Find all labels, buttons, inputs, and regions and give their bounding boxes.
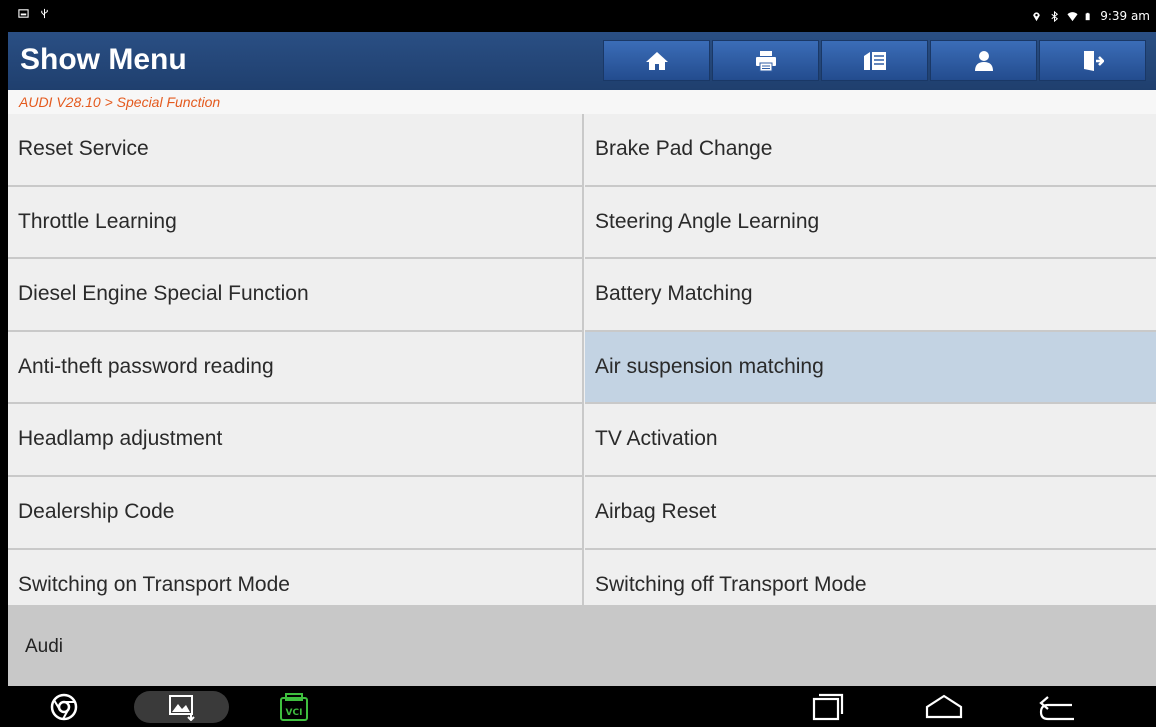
print-button[interactable]: [712, 40, 819, 81]
menu-item-airbag-reset[interactable]: Airbag Reset: [585, 477, 1156, 550]
footer-bar: Audi: [8, 605, 1156, 686]
home-nav-button[interactable]: [920, 691, 968, 723]
breadcrumb: AUDI V28.10 > Special Function: [8, 90, 1156, 114]
wifi-icon: [1067, 11, 1078, 21]
chrome-button[interactable]: [44, 691, 84, 723]
navigation-bar: VCI: [8, 686, 1156, 727]
home-icon: [645, 51, 668, 70]
report-button[interactable]: [821, 40, 928, 81]
exit-button[interactable]: [1039, 40, 1146, 81]
vci-button[interactable]: VCI: [274, 691, 314, 723]
toolbar: [603, 40, 1146, 81]
gallery-button[interactable]: [134, 691, 229, 723]
vci-icon: VCI: [280, 693, 308, 721]
back-icon: [1039, 696, 1074, 721]
menu-item-headlamp-adjustment[interactable]: Headlamp adjustment: [8, 404, 584, 477]
vehicle-label: Audi: [25, 636, 64, 657]
report-icon: [863, 51, 886, 70]
gallery-icon: [168, 695, 195, 721]
bluetooth-icon: [1051, 10, 1059, 22]
menu-item-diesel-engine-special-function[interactable]: Diesel Engine Special Function: [8, 259, 584, 332]
chrome-icon: [50, 693, 78, 721]
menu-item-switching-on-transport-mode[interactable]: Switching on Transport Mode: [8, 549, 584, 605]
battery-icon: [1085, 12, 1090, 20]
user-button[interactable]: [930, 40, 1037, 81]
function-menu: Reset Service Brake Pad Change Throttle …: [8, 114, 1156, 605]
menu-item-dealership-code[interactable]: Dealership Code: [8, 477, 584, 550]
picture-icon: [18, 9, 29, 18]
page-title: Show Menu: [20, 43, 187, 76]
menu-item-air-suspension-matching[interactable]: Air suspension matching: [585, 331, 1156, 405]
user-icon: [974, 50, 993, 71]
home-nav-icon: [925, 694, 963, 719]
menu-item-brake-pad-change[interactable]: Brake Pad Change: [585, 114, 1156, 187]
print-icon: [755, 50, 776, 71]
menu-item-steering-angle-learning[interactable]: Steering Angle Learning: [585, 186, 1156, 260]
menu-item-anti-theft-password-reading[interactable]: Anti-theft password reading: [8, 331, 584, 405]
status-time: 9:39 am: [1100, 9, 1150, 23]
recent-apps-icon: [812, 693, 844, 721]
menu-item-switching-off-transport-mode[interactable]: Switching off Transport Mode: [585, 549, 1156, 605]
exit-icon: [1083, 50, 1104, 71]
recent-apps-button[interactable]: [806, 691, 850, 723]
menu-item-throttle-learning[interactable]: Throttle Learning: [8, 186, 584, 260]
location-icon: [1033, 11, 1040, 21]
app-header: Show Menu: [8, 32, 1156, 90]
home-button[interactable]: [603, 40, 710, 81]
status-bar: 9:39 am: [8, 0, 1156, 32]
back-button[interactable]: [1034, 691, 1082, 723]
menu-item-tv-activation[interactable]: TV Activation: [585, 404, 1156, 477]
screen: 9:39 am Show Menu AUDI V28.10 > Special …: [8, 0, 1156, 727]
menu-item-battery-matching[interactable]: Battery Matching: [585, 259, 1156, 332]
usb-icon: [41, 8, 48, 19]
menu-item-reset-service[interactable]: Reset Service: [8, 114, 584, 187]
vci-label: VCI: [286, 708, 303, 718]
